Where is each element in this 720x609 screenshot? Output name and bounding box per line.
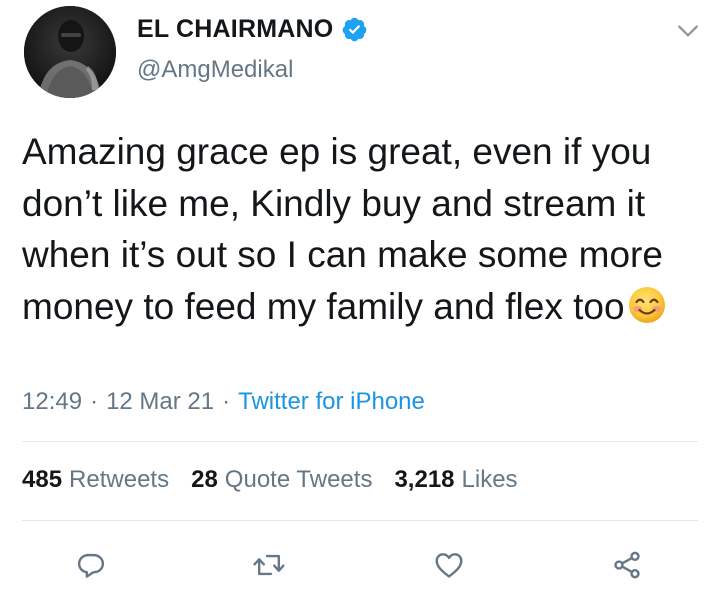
smiling-face-with-smiling-eyes-icon: [628, 286, 665, 323]
reply-button[interactable]: [74, 548, 108, 582]
retweets-stat[interactable]: 485 Retweets: [22, 466, 169, 494]
likes-label: Likes: [461, 466, 518, 493]
avatar-image: [24, 6, 116, 98]
author-name-row[interactable]: EL CHAIRMANO: [137, 12, 368, 46]
retweets-label: Retweets: [69, 466, 170, 493]
divider: [22, 520, 698, 521]
share-button[interactable]: [610, 548, 644, 582]
action-bar: [0, 548, 720, 584]
quote-tweets-label: Quote Tweets: [224, 466, 373, 493]
display-name[interactable]: EL CHAIRMANO: [137, 15, 333, 44]
meta-separator: ·: [90, 388, 99, 415]
divider: [22, 441, 698, 442]
tweet-detail: EL CHAIRMANO @AmgMedikal Amazing grace e…: [0, 0, 720, 609]
tweet-meta: 12:49 · 12 Mar 21 · Twitter for iPhone: [22, 388, 425, 416]
tweet-stats: 485 Retweets 28 Quote Tweets 3,218 Likes: [22, 466, 540, 494]
retweets-count: 485: [22, 466, 63, 493]
likes-count: 3,218: [394, 466, 455, 493]
tweet-text: Amazing grace ep is great, even if you d…: [22, 126, 712, 332]
meta-separator: ·: [222, 388, 231, 415]
share-icon: [614, 551, 640, 579]
tweet-text-body: Amazing grace ep is great, even if you d…: [22, 131, 674, 327]
quote-tweets-stat[interactable]: 28 Quote Tweets: [191, 466, 372, 494]
tweet-time[interactable]: 12:49: [22, 388, 82, 416]
tweet-date[interactable]: 12 Mar 21: [106, 388, 214, 416]
like-button[interactable]: [432, 548, 466, 582]
chevron-down-icon[interactable]: [675, 18, 701, 44]
quote-tweets-count: 28: [191, 466, 218, 493]
tweet-source-link[interactable]: Twitter for iPhone: [238, 388, 425, 416]
like-icon: [435, 553, 463, 578]
author-handle[interactable]: @AmgMedikal: [137, 56, 293, 84]
avatar[interactable]: [24, 6, 116, 98]
reply-icon: [77, 553, 105, 578]
retweet-button[interactable]: [252, 548, 286, 582]
retweet-icon: [253, 554, 285, 576]
verified-badge-icon: [343, 17, 367, 41]
likes-stat[interactable]: 3,218 Likes: [394, 466, 517, 494]
